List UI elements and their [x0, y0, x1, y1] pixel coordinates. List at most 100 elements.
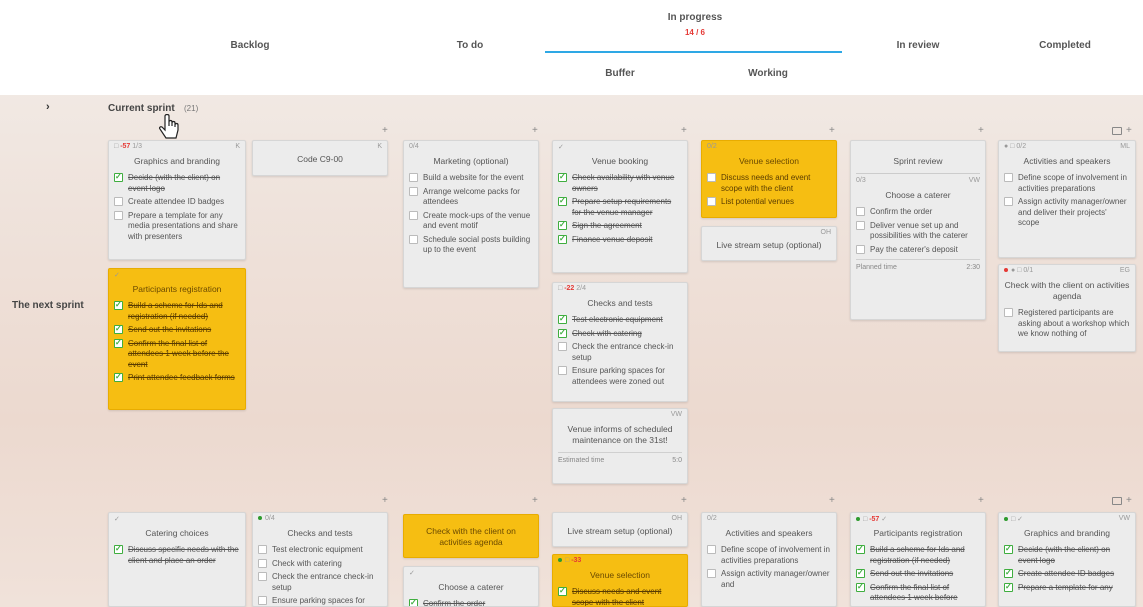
- checklist-item[interactable]: Confirm the final list of attendees 1 we…: [856, 582, 980, 604]
- checklist-item[interactable]: Check availability with venue owners: [558, 172, 682, 194]
- checkbox[interactable]: [409, 210, 418, 220]
- card-check-client-next[interactable]: Check with the client on activities agen…: [403, 514, 539, 558]
- card-venue-maintenance[interactable]: VW Venue informs of scheduled maintenanc…: [552, 408, 688, 484]
- checkbox[interactable]: [114, 197, 123, 206]
- checkbox[interactable]: [558, 172, 567, 183]
- checkbox[interactable]: [258, 558, 267, 568]
- lane-next-sprint[interactable]: The next sprint: [12, 300, 84, 311]
- checklist-item[interactable]: Prepare a template for any media present…: [114, 210, 240, 243]
- checklist-item[interactable]: Check the entrance check-in setup: [558, 342, 682, 363]
- checkbox[interactable]: [558, 314, 567, 325]
- checklist-item[interactable]: Define scope of involvement in activitie…: [707, 545, 831, 566]
- card-catering-choices[interactable]: ✓ Catering choices Discuss specific need…: [108, 512, 246, 607]
- checkbox[interactable]: [409, 234, 418, 244]
- checklist-item[interactable]: Check with catering: [558, 328, 682, 340]
- add-card-icon[interactable]: +: [978, 125, 984, 136]
- card-live-stream[interactable]: OH Live stream setup (optional): [701, 226, 837, 261]
- checkbox[interactable]: [1004, 173, 1013, 182]
- checklist-item[interactable]: Confirm the final list of attendees 1 we…: [114, 338, 240, 371]
- checkbox[interactable]: [114, 172, 123, 183]
- column-buffer[interactable]: Buffer: [570, 68, 670, 79]
- column-completed[interactable]: Completed: [1015, 40, 1115, 51]
- card-participants-registration[interactable]: ✓ Participants registration Build a sche…: [108, 268, 246, 410]
- card-activities-next[interactable]: 0/2 Activities and speakers Define scope…: [701, 512, 837, 607]
- checklist-item[interactable]: Build a scheme for Ids and registration …: [856, 544, 980, 566]
- checklist-item[interactable]: List potential venues: [707, 197, 831, 208]
- checkbox[interactable]: [856, 207, 865, 216]
- checklist-item[interactable]: Discuss specific needs with the client a…: [114, 544, 240, 566]
- checkbox[interactable]: [707, 173, 716, 182]
- checkbox[interactable]: [258, 572, 267, 581]
- checklist-item[interactable]: Pay the caterer's deposit: [856, 244, 980, 256]
- checkbox[interactable]: [1004, 544, 1013, 555]
- checkbox[interactable]: [558, 366, 567, 375]
- card-live-stream-next[interactable]: OH Live stream setup (optional): [552, 512, 688, 547]
- card-graphics-next[interactable]: □ ✓VW Graphics and branding Decide (with…: [998, 512, 1136, 607]
- card-venue-booking[interactable]: ✓ Venue booking Check availability with …: [552, 140, 688, 273]
- checklist-item[interactable]: Discuss needs and event scope with the c…: [707, 173, 831, 194]
- card-choose-caterer-next[interactable]: ✓ Choose a caterer Confirm the order: [403, 566, 539, 607]
- add-card-icon[interactable]: +: [829, 125, 835, 136]
- add-card-icon[interactable]: +: [1126, 125, 1132, 136]
- column-in-review[interactable]: In review: [868, 40, 968, 51]
- add-card-icon[interactable]: +: [978, 495, 984, 506]
- folder-icon[interactable]: [1112, 497, 1122, 505]
- checkbox[interactable]: [1004, 308, 1013, 317]
- card-participants-next[interactable]: □ -57 ✓ Participants registration Build …: [850, 512, 986, 607]
- checkbox[interactable]: [707, 545, 716, 554]
- checkbox[interactable]: [1004, 197, 1013, 206]
- checkbox[interactable]: [114, 210, 123, 220]
- checklist-item[interactable]: Decide (with the client) on event logo: [1004, 544, 1130, 566]
- checklist-item[interactable]: Discuss needs and event scope with the c…: [558, 586, 682, 606]
- checklist-item[interactable]: Arrange welcome packs for attendees: [409, 186, 533, 208]
- checkbox[interactable]: [258, 545, 267, 554]
- checkbox[interactable]: [1004, 568, 1013, 579]
- checkbox[interactable]: [114, 338, 123, 348]
- checkbox[interactable]: [114, 544, 123, 555]
- column-working[interactable]: Working: [718, 68, 818, 79]
- checkbox[interactable]: [558, 196, 567, 207]
- add-card-icon[interactable]: +: [532, 495, 538, 506]
- checklist-item[interactable]: Check with catering: [258, 558, 382, 570]
- card-graphics-branding[interactable]: □ -57 1/3K Graphics and branding Decide …: [108, 140, 246, 260]
- checklist-item[interactable]: Test electronic equipment: [258, 545, 382, 556]
- checklist-item[interactable]: Ensure parking spaces for: [258, 596, 382, 606]
- checkbox[interactable]: [558, 234, 567, 244]
- checklist-item[interactable]: Build a scheme for Ids and registration …: [114, 300, 240, 322]
- checkbox[interactable]: [856, 582, 865, 592]
- checkbox[interactable]: [558, 586, 567, 597]
- checkbox[interactable]: [258, 596, 267, 605]
- checkbox[interactable]: [1004, 582, 1013, 592]
- add-card-icon[interactable]: +: [829, 495, 835, 506]
- checklist-item[interactable]: Check the entrance check-in setup: [258, 572, 382, 593]
- checklist-item[interactable]: Sign the agreement: [558, 220, 682, 232]
- checklist-item[interactable]: Send out the invitations: [856, 568, 980, 580]
- column-backlog[interactable]: Backlog: [200, 40, 300, 51]
- card-checks-tests-next[interactable]: 0/4 Checks and tests Test electronic equ…: [252, 512, 388, 607]
- add-card-icon[interactable]: +: [1126, 495, 1132, 506]
- checkbox[interactable]: [856, 544, 865, 555]
- checklist-item[interactable]: Finance venue deposit: [558, 234, 682, 246]
- add-card-icon[interactable]: +: [382, 125, 388, 136]
- checkbox[interactable]: [114, 372, 123, 383]
- card-marketing[interactable]: 0/4 Marketing (optional) Build a website…: [403, 140, 539, 288]
- checklist-item[interactable]: Print attendee feedback forms: [114, 372, 240, 384]
- add-card-icon[interactable]: +: [681, 495, 687, 506]
- checkbox[interactable]: [409, 598, 418, 606]
- checklist-item[interactable]: Deliver venue set up and possibilities w…: [856, 220, 980, 242]
- checklist-item[interactable]: Send out the invitations: [114, 324, 240, 336]
- checklist-item[interactable]: Prepare setup requirements for the venue…: [558, 196, 682, 218]
- checkbox[interactable]: [114, 300, 123, 311]
- checkbox[interactable]: [856, 244, 865, 254]
- checklist-item[interactable]: Create attendee ID badges: [114, 197, 240, 208]
- card-check-client[interactable]: ● □ 0/1 EG Check with the client on activ…: [998, 264, 1136, 352]
- checklist-item[interactable]: Define scope of involvement in activitie…: [1004, 173, 1130, 194]
- subcard-choose-caterer[interactable]: 0/3 VW Choose a caterer Confirm the order…: [856, 173, 980, 273]
- checkbox[interactable]: [409, 173, 418, 182]
- card-sprint-review[interactable]: Sprint review 0/3 VW Choose a caterer Con…: [850, 140, 986, 320]
- checklist-item[interactable]: Assign activity manager/owner and: [707, 569, 831, 590]
- add-card-icon[interactable]: +: [681, 125, 687, 136]
- add-card-icon[interactable]: +: [382, 495, 388, 506]
- checklist-item[interactable]: Schedule social posts building up to the…: [409, 234, 533, 256]
- checklist-item[interactable]: Test electronic equipment: [558, 314, 682, 326]
